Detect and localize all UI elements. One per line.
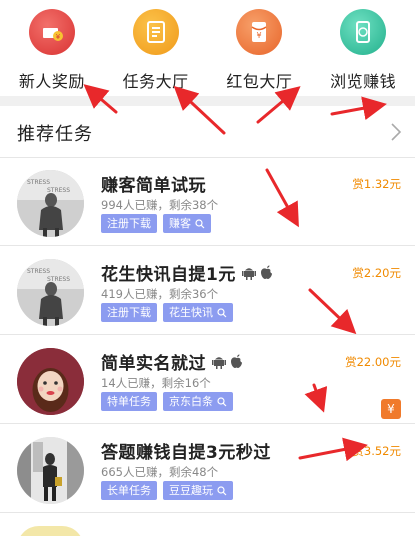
svg-text:¥: ¥ <box>56 33 61 41</box>
svg-text:¥: ¥ <box>257 31 262 40</box>
task-title-text: 花生快讯自提1元 <box>101 265 236 285</box>
tag-label: 豆豆趣玩 <box>169 484 213 497</box>
gift-money-icon: ¥ <box>28 9 75 55</box>
category-browse-earn[interactable]: 浏览赚钱 <box>311 0 415 96</box>
search-icon <box>195 218 205 228</box>
category-new-user-reward[interactable]: ¥ 新人奖励 <box>0 0 104 96</box>
task-meta: 994人已赚，剩余38个 <box>101 198 219 212</box>
android-icon <box>241 268 256 280</box>
search-icon <box>217 307 227 317</box>
task-title: 答题赚钱自提3元秒过 <box>101 438 271 463</box>
task-avatar: STRESS STRESS <box>17 259 84 326</box>
task-tag-search[interactable]: 京东白条 <box>163 392 233 411</box>
tag-label: 花生快讯 <box>169 306 213 319</box>
task-title: 简单实名就过 <box>101 349 243 374</box>
task-meta: 419人已赚，剩余36个 <box>101 287 219 301</box>
svg-text:STRESS: STRESS <box>47 187 70 194</box>
task-reward: 赏3.52元 <box>352 444 401 458</box>
task-meta: 665人已赚，剩余48个 <box>101 465 219 479</box>
task-tags: 注册下载 赚客 <box>101 214 211 233</box>
task-row[interactable]: STRESS STRESS 赚客简单试玩 994人已赚，剩余38个 注册下载 赚客… <box>0 158 415 246</box>
red-envelope-icon: ¥ <box>236 9 283 55</box>
task-tag[interactable]: 注册下载 <box>101 303 157 322</box>
task-title: 赚客简单试玩 <box>101 171 206 196</box>
task-row[interactable]: STRESS STRESS 花生快讯自提1元 419人已赚，剩余36个 注册下载 … <box>0 247 415 335</box>
task-tag-search[interactable]: 豆豆趣玩 <box>163 481 233 500</box>
task-tag[interactable]: 长单任务 <box>101 481 157 500</box>
category-bar: ¥ 新人奖励 任务大厅 ¥ 红包大厅 浏览赚钱 <box>0 0 415 96</box>
section-divider <box>0 96 415 106</box>
task-title-text: 赚客简单试玩 <box>101 176 206 196</box>
task-list-icon <box>132 9 179 55</box>
task-row[interactable]: 答题赚钱自提3元秒过 665人已赚，剩余48个 长单任务 豆豆趣玩 赏3.52元 <box>0 425 415 513</box>
android-icon <box>212 357 226 369</box>
task-row-partial[interactable] <box>0 514 415 536</box>
svg-text:STRESS: STRESS <box>47 276 70 283</box>
task-reward: 赏1.32元 <box>352 177 401 191</box>
task-tags: 长单任务 豆豆趣玩 <box>101 481 233 500</box>
task-reward: 赏2.20元 <box>352 266 401 280</box>
category-red-envelope-hall[interactable]: ¥ 红包大厅 <box>208 0 312 96</box>
category-task-hall[interactable]: 任务大厅 <box>104 0 208 96</box>
task-meta: 14人已赚，剩余16个 <box>101 376 211 390</box>
task-avatar <box>17 348 84 415</box>
tag-label: 长单任务 <box>107 484 151 497</box>
task-tag[interactable]: 注册下载 <box>101 214 157 233</box>
section-title: 推荐任务 <box>17 124 93 145</box>
category-label: 红包大厅 <box>226 72 293 91</box>
search-icon <box>217 485 227 495</box>
tag-label: 京东白条 <box>169 395 213 408</box>
tag-label: 特单任务 <box>107 395 151 408</box>
recommended-tasks-header[interactable]: 推荐任务 <box>0 106 415 158</box>
tag-label: 注册下载 <box>107 217 151 230</box>
category-label: 浏览赚钱 <box>330 72 397 91</box>
tag-label: 注册下载 <box>107 306 151 319</box>
svg-text:STRESS: STRESS <box>27 179 50 186</box>
category-label: 任务大厅 <box>122 72 189 91</box>
task-title-text: 简单实名就过 <box>101 354 206 374</box>
task-tag-search[interactable]: 花生快讯 <box>163 303 233 322</box>
task-tag[interactable]: 特单任务 <box>101 392 157 411</box>
task-tags: 注册下载 花生快讯 <box>101 303 233 322</box>
task-reward: 赏22.00元 <box>345 355 401 369</box>
task-title: 花生快讯自提1元 <box>101 260 273 285</box>
coin-phone-icon <box>340 9 387 55</box>
apple-icon <box>260 265 272 279</box>
task-row[interactable]: 简单实名就过 14人已赚，剩余16个 特单任务 京东白条 赏22.00元 ¥ <box>0 336 415 424</box>
chevron-right-icon <box>391 123 402 141</box>
task-avatar <box>17 526 84 536</box>
task-title-text: 答题赚钱自提3元秒过 <box>101 443 271 463</box>
tag-label: 赚客 <box>169 217 191 230</box>
category-label: 新人奖励 <box>18 72 85 91</box>
task-avatar: STRESS STRESS <box>17 170 84 237</box>
apple-icon <box>231 354 242 368</box>
red-envelope-badge-icon[interactable]: ¥ <box>381 399 401 419</box>
task-tag-search[interactable]: 赚客 <box>163 214 211 233</box>
task-avatar <box>17 437 84 504</box>
svg-text:STRESS: STRESS <box>27 268 50 275</box>
search-icon <box>217 396 227 406</box>
task-tags: 特单任务 京东白条 <box>101 392 233 411</box>
